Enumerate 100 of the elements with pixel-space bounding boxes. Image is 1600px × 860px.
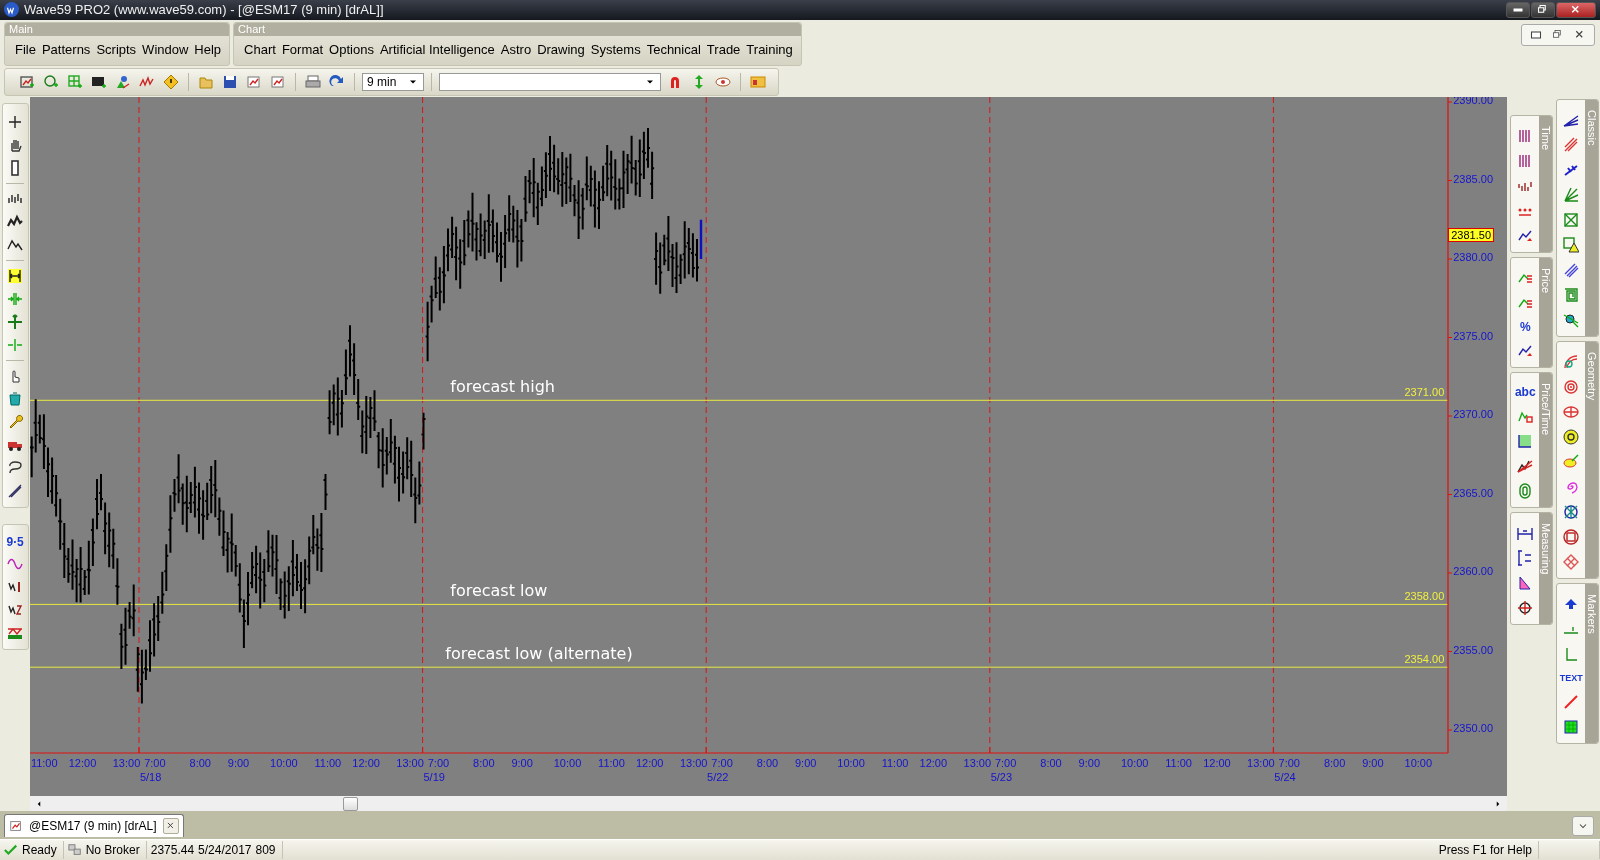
interval-select[interactable]: 9 min: [362, 73, 424, 92]
menu-item[interactable]: Drawing: [537, 41, 585, 57]
ruler-icon: [7, 483, 24, 500]
time-label: 12:00: [352, 757, 380, 770]
date-label: 5/22: [707, 771, 729, 784]
price-label: 2365.00: [1453, 486, 1493, 499]
time-label: 7:00: [711, 757, 733, 770]
time-label: 9:00: [511, 757, 533, 770]
chart-add-icon: [19, 74, 35, 91]
time-label: 9:00: [1078, 757, 1100, 770]
symbol-combo[interactable]: [439, 73, 661, 92]
checkmark-icon: [4, 843, 18, 858]
date-label: 5/23: [990, 771, 1013, 784]
tool-button[interactable]: 9·5: [6, 533, 24, 552]
date-label: 5/24: [1274, 771, 1296, 784]
time-label: 8:00: [1040, 757, 1062, 770]
price-label: 2360.00: [1453, 565, 1493, 578]
time-label: 13:00: [112, 757, 141, 770]
chart-window-icon: [246, 74, 262, 91]
time-label: 8:00: [473, 757, 495, 770]
time-label: 7:00: [994, 757, 1017, 770]
folder-icon: [198, 74, 214, 91]
menu-item[interactable]: Patterns: [41, 41, 91, 57]
tool-button[interactable]: %: [1519, 318, 1531, 337]
restore-button[interactable]: [1531, 1, 1555, 18]
close-icon: [1570, 3, 1582, 16]
menu-item[interactable]: Help: [194, 41, 222, 57]
tool-button[interactable]: abc: [1514, 383, 1536, 402]
circle-cross-button[interactable]: [1561, 427, 1582, 448]
close-button[interactable]: [1556, 1, 1596, 18]
dotted-square-icon: [1517, 433, 1534, 450]
level-value: 2354.00: [1404, 652, 1445, 665]
restore-icon: [1537, 3, 1549, 16]
menu-item[interactable]: Astro: [500, 41, 532, 57]
menu-item[interactable]: Chart: [244, 41, 276, 57]
menu-item[interactable]: Technical: [646, 41, 701, 57]
price-label: 2375.00: [1453, 329, 1493, 342]
fork-arrows-icon: [1563, 162, 1580, 179]
square-circle-button[interactable]: [1561, 527, 1582, 548]
forecast-label: forecast high: [450, 376, 555, 396]
arcs-icon: [1563, 354, 1580, 371]
panel-title: Geometry: [1585, 342, 1599, 579]
shapes-icon: [115, 74, 131, 91]
date-label: 5/18: [139, 771, 162, 784]
restore-icon: [1552, 28, 1564, 41]
chart-window-icon: [9, 819, 23, 834]
crossed-square-icon: [1563, 212, 1580, 229]
grid-add-icon: [67, 74, 83, 91]
panel-title: Markers: [1585, 584, 1599, 744]
time-label: 11:00: [881, 757, 909, 770]
price-label: 2370.00: [1453, 408, 1493, 421]
warning-diamond-icon: [163, 74, 179, 91]
tab-close-button[interactable]: [162, 818, 179, 835]
menu-item[interactable]: Window: [142, 41, 189, 57]
time-label: 13:00: [963, 757, 992, 770]
ellipse-icon: [1563, 404, 1580, 421]
document-tab[interactable]: @ESM17 (9 min) [drAL]: [4, 814, 184, 838]
target-icon: [1517, 600, 1534, 617]
menu-item[interactable]: Options: [329, 41, 374, 57]
time-label: 11:00: [30, 757, 58, 770]
scrollbar-thumb[interactable]: [343, 797, 359, 812]
time-label: 9:00: [795, 757, 817, 770]
menu-item[interactable]: Artificial Intelligence: [379, 41, 495, 57]
time-label: 9:00: [1362, 757, 1384, 770]
window-title: Wave59 PRO2 (www.wave59.com) - [@ESM17 (9 min) [drAL]]: [24, 2, 385, 18]
time-label: 12:00: [68, 757, 97, 770]
compress-arrows-icon: [7, 291, 24, 308]
time-label: 10:00: [837, 757, 865, 770]
menu-item[interactable]: Systems: [590, 41, 641, 57]
panel-title: Time: [1539, 116, 1553, 253]
forecast-label: forecast low: [450, 580, 548, 600]
menu-item[interactable]: Scripts: [96, 41, 137, 57]
panel-title: Measuring: [1539, 513, 1553, 625]
count-readout: 809: [255, 843, 276, 858]
fan-lines-icon: [1563, 112, 1580, 129]
concentric-circles-icon: [1563, 379, 1580, 396]
menu-item[interactable]: Training: [746, 41, 793, 57]
time-label: 13:00: [679, 757, 708, 770]
window-panel-icon: [750, 74, 766, 91]
menu-item[interactable]: Trade: [706, 41, 741, 57]
menu-item[interactable]: File: [15, 41, 36, 57]
broker-status: No Broker: [85, 843, 140, 858]
time-label: 10:00: [1404, 757, 1433, 770]
pitchfork-icon: [1563, 137, 1580, 154]
magnifier-icon: [1563, 312, 1580, 329]
circle-cross-icon: [1563, 429, 1580, 446]
grid-square-icon: [1563, 719, 1580, 736]
panel-title: Price/Time: [1539, 373, 1553, 508]
tool-button[interactable]: TEXT: [1559, 669, 1583, 688]
tab-list-button[interactable]: [1572, 816, 1594, 837]
time-label: 13:00: [396, 757, 424, 770]
diagonal-line-icon: [1563, 694, 1580, 711]
time-label: 7:00: [1278, 757, 1300, 770]
ruler-horizontal-icon: [1517, 525, 1534, 542]
time-label: 10:00: [553, 757, 582, 770]
panel-title: Chart: [234, 22, 801, 36]
menu-item[interactable]: Format: [281, 41, 324, 57]
panel-title: Price: [1539, 258, 1553, 368]
horizontal-scrollbar[interactable]: [30, 796, 1508, 812]
level-value: 2371.00: [1404, 385, 1445, 398]
